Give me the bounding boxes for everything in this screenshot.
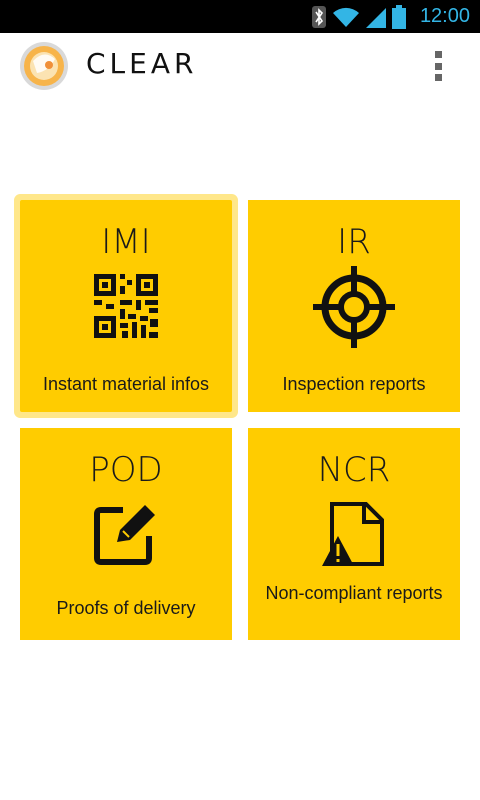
tile-label: Non-compliant reports — [265, 583, 443, 603]
menu-dot — [434, 74, 442, 81]
tile-code: IMI — [101, 222, 151, 262]
tile-label: Instant material infos — [42, 374, 210, 394]
tile-label: Proofs of delivery — [56, 598, 196, 618]
bluetooth-icon — [311, 5, 326, 28]
tile-code: POD — [89, 450, 163, 490]
signal-icon — [365, 6, 386, 28]
tile-pod[interactable]: POD Proofs of delivery — [20, 428, 232, 640]
menu-dot — [434, 51, 442, 58]
crosshair-target-icon — [313, 266, 395, 353]
tile-imi[interactable]: IMI Instant material infos — [20, 200, 232, 412]
tile-ncr[interactable]: NCR Non-compliant reports — [248, 428, 460, 640]
menu-dot — [434, 62, 442, 70]
status-time: 12:00 — [419, 5, 470, 27]
action-bar: CLEAR — [0, 33, 480, 97]
tile-ir[interactable]: IR Inspection reports — [248, 200, 460, 412]
app-title: CLEAR — [86, 47, 198, 80]
app-logo[interactable] — [19, 41, 69, 91]
edit-signature-icon — [93, 500, 159, 571]
qr-code-icon — [94, 274, 158, 343]
tile-label: Inspection reports — [282, 374, 426, 394]
tile-code: NCR — [317, 450, 391, 490]
status-bar: 12:00 — [0, 0, 480, 33]
tile-code: IR — [337, 222, 371, 262]
document-warning-icon — [320, 500, 388, 573]
overflow-menu-icon[interactable] — [426, 49, 450, 83]
battery-icon — [391, 4, 406, 29]
wifi-icon — [332, 6, 360, 28]
